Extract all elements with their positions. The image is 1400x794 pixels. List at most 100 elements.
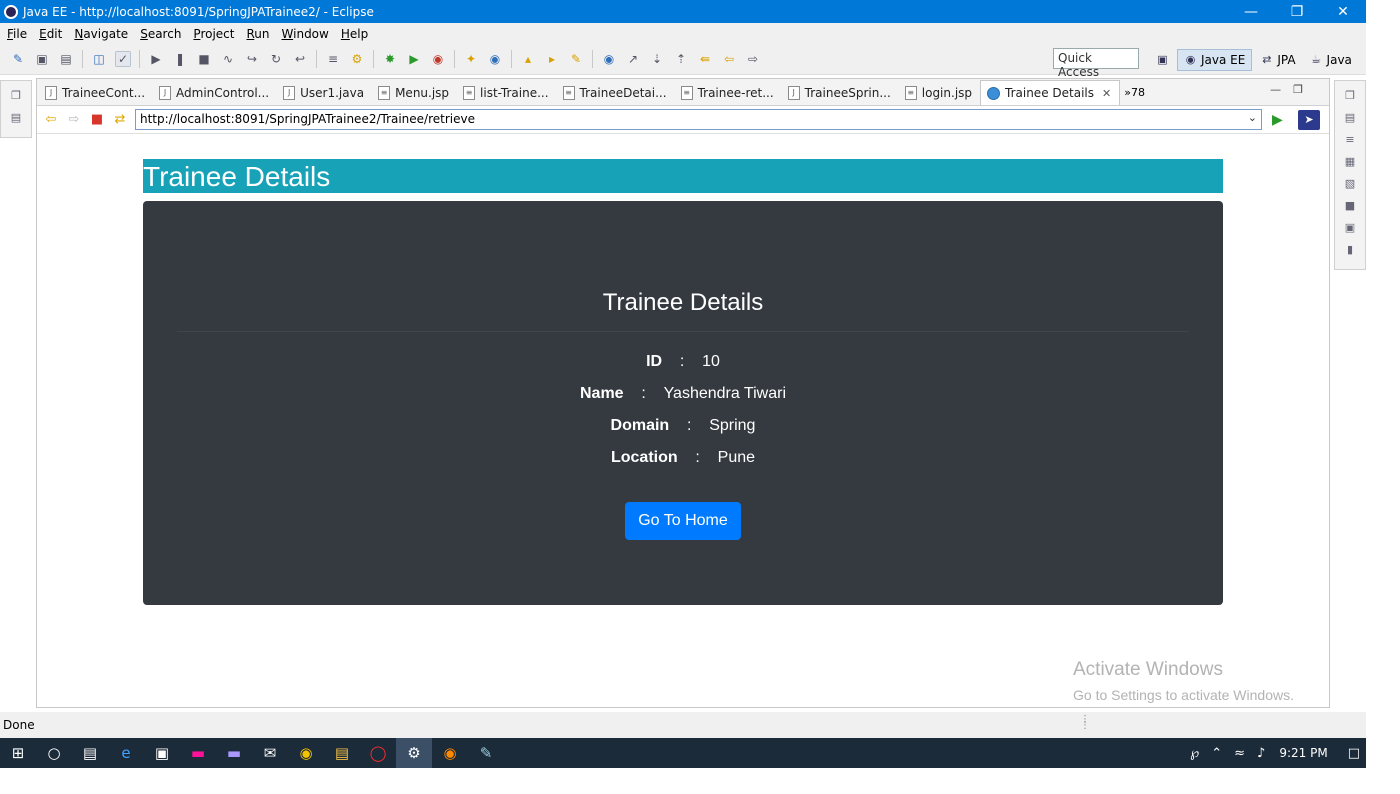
field-row-domain: Domain : Spring bbox=[143, 417, 1223, 439]
editor-tab[interactable]: J User1.java bbox=[277, 80, 372, 105]
editor-tab[interactable]: ≡ TraineeDetai... bbox=[557, 80, 675, 105]
editor-tab[interactable]: J TraineeSprin... bbox=[782, 80, 899, 105]
new-java-project-icon[interactable]: ✦ bbox=[463, 51, 479, 67]
close-tab-icon[interactable]: ✕ bbox=[1102, 87, 1111, 100]
save-all-icon[interactable]: ▤ bbox=[58, 51, 74, 67]
resume-icon[interactable]: ▶ bbox=[148, 51, 164, 67]
restore-icon[interactable]: ❐ bbox=[1342, 87, 1358, 103]
people-icon[interactable]: ℘ bbox=[1184, 746, 1205, 761]
store-icon[interactable]: ▣ bbox=[144, 738, 180, 768]
last-edit-icon[interactable]: ⇚ bbox=[697, 51, 713, 67]
next-annotation-icon[interactable]: ⇣ bbox=[649, 51, 665, 67]
annotation-icon[interactable]: ↗ bbox=[625, 51, 641, 67]
task-list-icon[interactable]: ≡ bbox=[1342, 131, 1358, 147]
save-icon[interactable]: ▣ bbox=[34, 51, 50, 67]
menu-project[interactable]: Project bbox=[188, 27, 239, 41]
step-into-icon[interactable]: ↪ bbox=[244, 51, 260, 67]
suspend-icon[interactable]: ❚ bbox=[172, 51, 188, 67]
quick-access-input[interactable]: Quick Access bbox=[1053, 48, 1139, 79]
restore-icon[interactable]: ❐ bbox=[8, 87, 24, 103]
run-icon[interactable]: ▶ bbox=[406, 51, 422, 67]
editor-tab-active[interactable]: Trainee Details ✕ bbox=[980, 80, 1121, 105]
editor-tab[interactable]: J AdminControl... bbox=[153, 80, 277, 105]
menu-help[interactable]: Help bbox=[336, 27, 373, 41]
web-browser-icon[interactable]: ◉ bbox=[601, 51, 617, 67]
volume-icon[interactable]: ♪ bbox=[1251, 746, 1271, 761]
app-icon-2[interactable]: ▬ bbox=[216, 738, 252, 768]
back-arrow-icon[interactable]: ⇦ bbox=[43, 112, 59, 128]
step-over-icon[interactable]: ↻ bbox=[268, 51, 284, 67]
console-icon[interactable]: ◫ bbox=[91, 51, 107, 67]
chrome-icon[interactable]: ◉ bbox=[288, 738, 324, 768]
paint-icon[interactable]: ✎ bbox=[468, 738, 504, 768]
close-window-button[interactable]: ✕ bbox=[1320, 0, 1366, 23]
chevron-up-icon[interactable]: ⌃ bbox=[1205, 746, 1228, 761]
perspective-java[interactable]: ☕ Java bbox=[1304, 50, 1358, 70]
new-icon[interactable]: ✎ bbox=[10, 51, 26, 67]
forward-arrow-icon[interactable]: ⇨ bbox=[66, 112, 82, 128]
editor-tab[interactable]: ≡ Menu.jsp bbox=[372, 80, 457, 105]
clock[interactable]: 9:21 PM bbox=[1271, 746, 1341, 760]
eclipse-taskbar-icon[interactable]: ⚙ bbox=[396, 738, 432, 768]
refresh-icon[interactable]: ⇄ bbox=[112, 112, 128, 128]
step-return-icon[interactable]: ↩ bbox=[292, 51, 308, 67]
external-browser-icon[interactable]: ➤ bbox=[1298, 109, 1320, 130]
status-grip-icon[interactable]: ⋮ ⋮ bbox=[1080, 715, 1090, 731]
firefox-icon[interactable]: ◉ bbox=[432, 738, 468, 768]
problems-icon[interactable]: ■ bbox=[1342, 197, 1358, 213]
go-to-home-button[interactable]: Go To Home bbox=[625, 502, 741, 540]
open-type-icon[interactable]: ▴ bbox=[520, 51, 536, 67]
menu-search[interactable]: Search bbox=[135, 27, 186, 41]
app-icon-1[interactable]: ▬ bbox=[180, 738, 216, 768]
mail-icon[interactable]: ✉ bbox=[252, 738, 288, 768]
search-circle-icon[interactable]: ○ bbox=[36, 738, 72, 768]
run-external-tools-icon[interactable]: ◉ bbox=[430, 51, 446, 67]
use-step-filters-icon[interactable]: ≡ bbox=[325, 51, 341, 67]
skip-breakpoints-icon[interactable]: ✓ bbox=[115, 51, 131, 67]
editor-tab[interactable]: ≡ login.jsp bbox=[899, 80, 980, 105]
servers-icon[interactable]: ▣ bbox=[1342, 219, 1358, 235]
editor-tab[interactable]: J TraineeCont... bbox=[39, 80, 153, 105]
prev-annotation-icon[interactable]: ⇡ bbox=[673, 51, 689, 67]
notifications-icon[interactable]: □ bbox=[1342, 746, 1366, 761]
restore-button[interactable]: ❐ bbox=[1274, 0, 1320, 23]
outline-icon[interactable]: ▤ bbox=[1342, 109, 1358, 125]
go-icon[interactable]: ▶ bbox=[1272, 112, 1288, 128]
new-class-icon[interactable]: ◉ bbox=[487, 51, 503, 67]
properties-icon[interactable]: ▧ bbox=[1342, 175, 1358, 191]
edge-icon[interactable]: e bbox=[108, 738, 144, 768]
debug-icon[interactable]: ✸ bbox=[382, 51, 398, 67]
menu-run[interactable]: Run bbox=[241, 27, 274, 41]
windows-start-icon[interactable]: ⊞ bbox=[0, 738, 36, 768]
console-view-icon[interactable]: ▮ bbox=[1342, 241, 1358, 257]
stop-icon[interactable]: ■ bbox=[89, 112, 105, 128]
minimize-maximize-controls[interactable]: —❐ bbox=[1270, 83, 1315, 96]
menu-navigate[interactable]: Navigate bbox=[69, 27, 133, 41]
disconnect-icon[interactable]: ∿ bbox=[220, 51, 236, 67]
editor-tab[interactable]: ≡ Trainee-ret... bbox=[675, 80, 782, 105]
editor-tab[interactable]: ≡ list-Traine... bbox=[457, 80, 556, 105]
menu-window[interactable]: Window bbox=[277, 27, 334, 41]
forward-icon[interactable]: ⇨ bbox=[745, 51, 761, 67]
wifi-icon[interactable]: ≈ bbox=[1228, 746, 1251, 761]
perspective-java-ee[interactable]: ◉ Java EE bbox=[1177, 48, 1253, 71]
task-view-icon[interactable]: ▤ bbox=[72, 738, 108, 768]
menu-file[interactable]: File bbox=[2, 27, 32, 41]
back-icon[interactable]: ⇦ bbox=[721, 51, 737, 67]
search-tool-icon[interactable]: ✎ bbox=[568, 51, 584, 67]
terminate-icon[interactable]: ■ bbox=[196, 51, 212, 67]
url-input[interactable]: http://localhost:8091/SpringJPATrainee2/… bbox=[135, 109, 1262, 130]
server-icon[interactable]: ⚙ bbox=[349, 51, 365, 67]
file-explorer-icon[interactable]: ▤ bbox=[324, 738, 360, 768]
markers-icon[interactable]: ▦ bbox=[1342, 153, 1358, 169]
perspective-jpa[interactable]: ⇄ JPA bbox=[1254, 50, 1301, 70]
opera-icon[interactable]: ◯ bbox=[360, 738, 396, 768]
minimize-button[interactable]: — bbox=[1228, 0, 1274, 23]
tab-label: TraineeCont... bbox=[62, 85, 146, 100]
project-explorer-icon[interactable]: ▤ bbox=[8, 109, 24, 125]
tab-overflow-button[interactable]: »78 bbox=[1124, 86, 1145, 105]
chevron-down-icon[interactable]: ⌄ bbox=[1248, 111, 1257, 124]
menu-edit[interactable]: Edit bbox=[34, 27, 67, 41]
open-perspective-button[interactable]: ▣ bbox=[1150, 50, 1175, 69]
open-task-icon[interactable]: ▸ bbox=[544, 51, 560, 67]
